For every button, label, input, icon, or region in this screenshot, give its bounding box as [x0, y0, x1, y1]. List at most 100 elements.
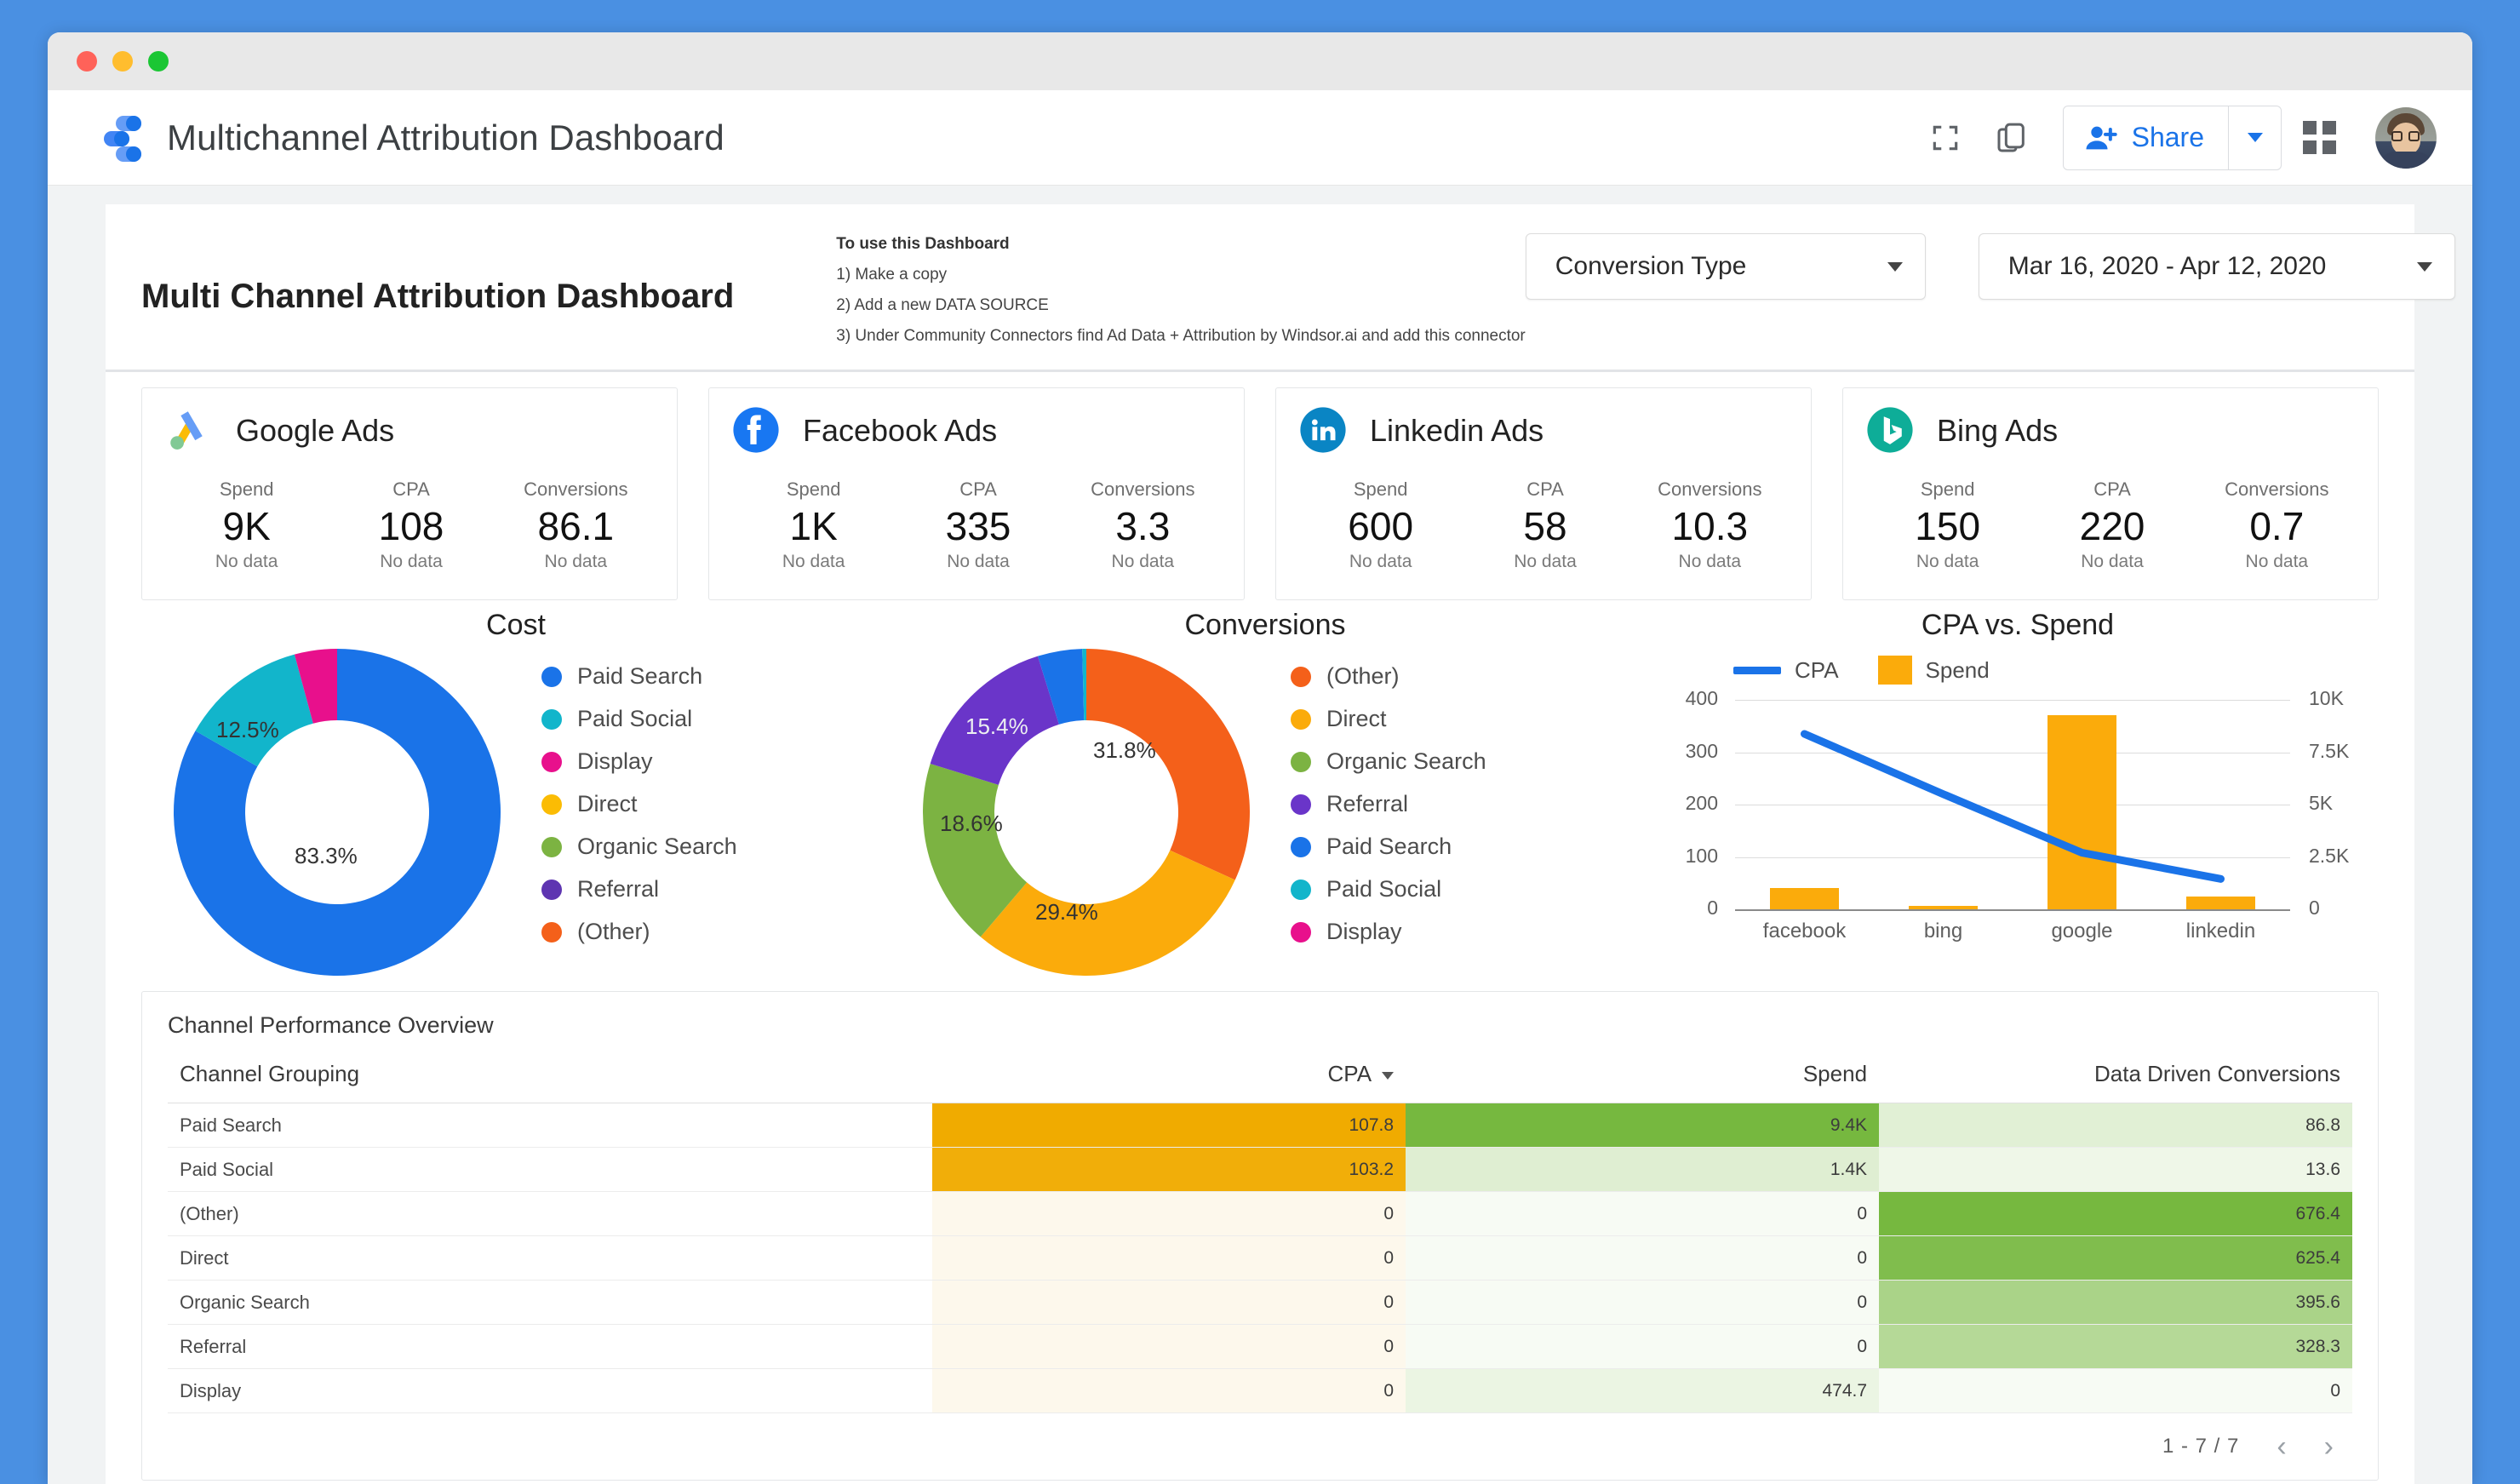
legend-item[interactable]: (Other): [1291, 663, 1486, 690]
kpi-card-bing-ads[interactable]: Bing Ads Spend 150 No data CPA 220 No da…: [1842, 387, 2379, 600]
legend-item[interactable]: Display: [1291, 919, 1486, 945]
legend-item[interactable]: Referral: [541, 876, 737, 902]
legend-label: (Other): [577, 919, 650, 944]
donut-slice[interactable]: [1086, 649, 1250, 880]
kpi-card-linkedin-ads[interactable]: Linkedin Ads Spend 600 No data CPA 58 No…: [1275, 387, 1812, 600]
donut-slice-label: 12.5%: [216, 717, 279, 742]
close-window-button[interactable]: [77, 51, 97, 72]
donut-cost-svg: [173, 649, 501, 976]
legend-item[interactable]: Organic Search: [541, 834, 737, 860]
kpi-card-facebook-ads[interactable]: Facebook Ads Spend 1K No data CPA 335 No…: [708, 387, 1245, 600]
kpi-card-title: Bing Ads: [1937, 413, 2059, 448]
page-title: Multi Channel Attribution Dashboard: [141, 277, 735, 315]
kpi-metric-label: CPA: [392, 478, 430, 500]
legend-item[interactable]: Paid Social: [541, 706, 737, 732]
legend-label: Paid Search: [577, 663, 703, 689]
apps-grid-icon: [2302, 121, 2336, 154]
cell-spend: 9.4K: [1406, 1103, 1880, 1148]
legend-item-cpa[interactable]: CPA: [1733, 657, 1839, 684]
kpi-metric-label: Conversions: [1091, 478, 1195, 500]
column-header-cpa[interactable]: CPA: [932, 1061, 1406, 1103]
legend-item-spend[interactable]: Spend: [1877, 656, 1990, 685]
donut-slice[interactable]: [980, 850, 1235, 976]
minimize-window-button[interactable]: [112, 51, 133, 72]
data-studio-logo-icon: [99, 114, 143, 162]
donut-slice-label: 29.4%: [1035, 899, 1098, 925]
legend-item[interactable]: Paid Social: [1291, 876, 1486, 902]
legend-swatch-icon: [541, 879, 562, 900]
maximize-window-button[interactable]: [148, 51, 169, 72]
cpa-line[interactable]: [1801, 730, 2225, 883]
sort-desc-caret-icon: [1382, 1071, 1395, 1080]
kpi-metric-label: Conversions: [524, 478, 628, 500]
kpi-metric-label: Spend: [219, 478, 274, 500]
chevron-left-icon[interactable]: ‹: [2277, 1432, 2286, 1461]
kpi-metric-value: 220: [2079, 504, 2145, 548]
legend-swatch-icon: [1291, 666, 1311, 687]
column-header-ddc[interactable]: Data Driven Conversions: [1879, 1061, 2352, 1103]
kpi-metric-label: Spend: [786, 478, 841, 500]
facebook-logo-icon: [731, 405, 782, 456]
person-add-icon: [2086, 126, 2117, 149]
chart-cpa-vs-spend[interactable]: CPA vs. Spend CPA Spend 0 0 100 2.5K 200 5K 30…: [1640, 609, 2379, 983]
legend-item[interactable]: Referral: [1291, 791, 1486, 817]
chart-title: Conversions: [1184, 609, 1346, 641]
kpi-metric-label: Spend: [1353, 478, 1408, 500]
fullscreen-button[interactable]: [1916, 109, 1974, 167]
kpi-metric-value: 9K: [222, 504, 271, 548]
legend-swatch-icon: [541, 751, 562, 772]
table-body: Paid Search 107.8 9.4K 86.8 Paid Social 103.2…: [168, 1103, 2352, 1413]
legend-item[interactable]: Paid Search: [1291, 834, 1486, 860]
fullscreen-icon: [1933, 125, 1957, 150]
chart-conversions-donut[interactable]: Conversions 31.8% 29.4% 18.6% 15.4% (Oth…: [891, 609, 1640, 983]
kpi-metric: Spend 1K No data: [731, 478, 896, 572]
chevron-down-icon: [2247, 133, 2263, 142]
apps-grid-button[interactable]: [2290, 109, 2348, 167]
legend-label: Paid Social: [1326, 876, 1442, 902]
copy-page-button[interactable]: [1983, 109, 2041, 167]
share-dropdown-button[interactable]: [2228, 106, 2281, 169]
table-row[interactable]: Direct 0 0 625.4: [168, 1235, 2352, 1281]
date-range-select[interactable]: Mar 16, 2020 - Apr 12, 2020: [1978, 233, 2455, 300]
table-row[interactable]: Paid Search 107.8 9.4K 86.8: [168, 1103, 2352, 1148]
chart-cost-donut[interactable]: Cost 83.3% 12.5% Paid Search Paid Social…: [141, 609, 891, 983]
table-row[interactable]: Paid Social 103.2 1.4K 13.6: [168, 1147, 2352, 1192]
legend-item[interactable]: Direct: [541, 791, 737, 817]
kpi-metric-sub: No data: [1916, 552, 1979, 572]
user-avatar[interactable]: [2375, 106, 2437, 169]
table-row[interactable]: Referral 0 0 328.3: [168, 1324, 2352, 1369]
kpi-metric: CPA 335 No data: [896, 478, 1060, 572]
column-header-channel[interactable]: Channel Grouping: [168, 1061, 933, 1103]
chevron-down-icon: [1887, 261, 1903, 272]
kpi-metric: CPA 58 No data: [1463, 478, 1627, 572]
cell-spend: 0: [1406, 1324, 1880, 1369]
window-titlebar: [48, 32, 2472, 90]
table-row[interactable]: Display 0 474.7 0: [168, 1368, 2352, 1413]
kpi-metric-sub: No data: [947, 552, 1010, 572]
cell-spend: 1.4K: [1406, 1147, 1880, 1192]
share-button[interactable]: Share: [2062, 105, 2282, 170]
cell-channel: Display: [168, 1368, 933, 1413]
kpi-metric-sub: No data: [380, 552, 443, 572]
legend-swatch-icon: [1291, 879, 1311, 900]
report-footer: Template provided by: windsor.ai: [106, 1481, 2414, 1484]
legend-label: CPA: [1795, 656, 1839, 683]
app-title: Multichannel Attribution Dashboard: [167, 117, 724, 158]
share-button-main[interactable]: Share: [2064, 106, 2228, 169]
legend-item[interactable]: Organic Search: [1291, 748, 1486, 775]
chevron-right-icon[interactable]: ›: [2324, 1432, 2334, 1461]
kpi-metric-sub: No data: [1349, 552, 1412, 572]
kpi-card-google-ads[interactable]: Google Ads Spend 9K No data CPA 108 No d…: [141, 387, 678, 600]
legend-item[interactable]: (Other): [541, 919, 737, 945]
table-row[interactable]: (Other) 0 0 676.4: [168, 1191, 2352, 1236]
table-row[interactable]: Organic Search 0 0 395.6: [168, 1280, 2352, 1325]
kpi-metric-value: 1K: [789, 504, 838, 548]
legend-label: Paid Search: [1326, 834, 1452, 859]
legend-item[interactable]: Display: [541, 748, 737, 775]
legend-label: Referral: [577, 876, 660, 902]
column-header-spend[interactable]: Spend: [1406, 1061, 1880, 1103]
conversion-type-select[interactable]: Conversion Type: [1525, 233, 1926, 300]
legend-item[interactable]: Paid Search: [541, 663, 737, 690]
legend-item[interactable]: Direct: [1291, 706, 1486, 732]
kpi-card-title: Facebook Ads: [803, 413, 998, 448]
